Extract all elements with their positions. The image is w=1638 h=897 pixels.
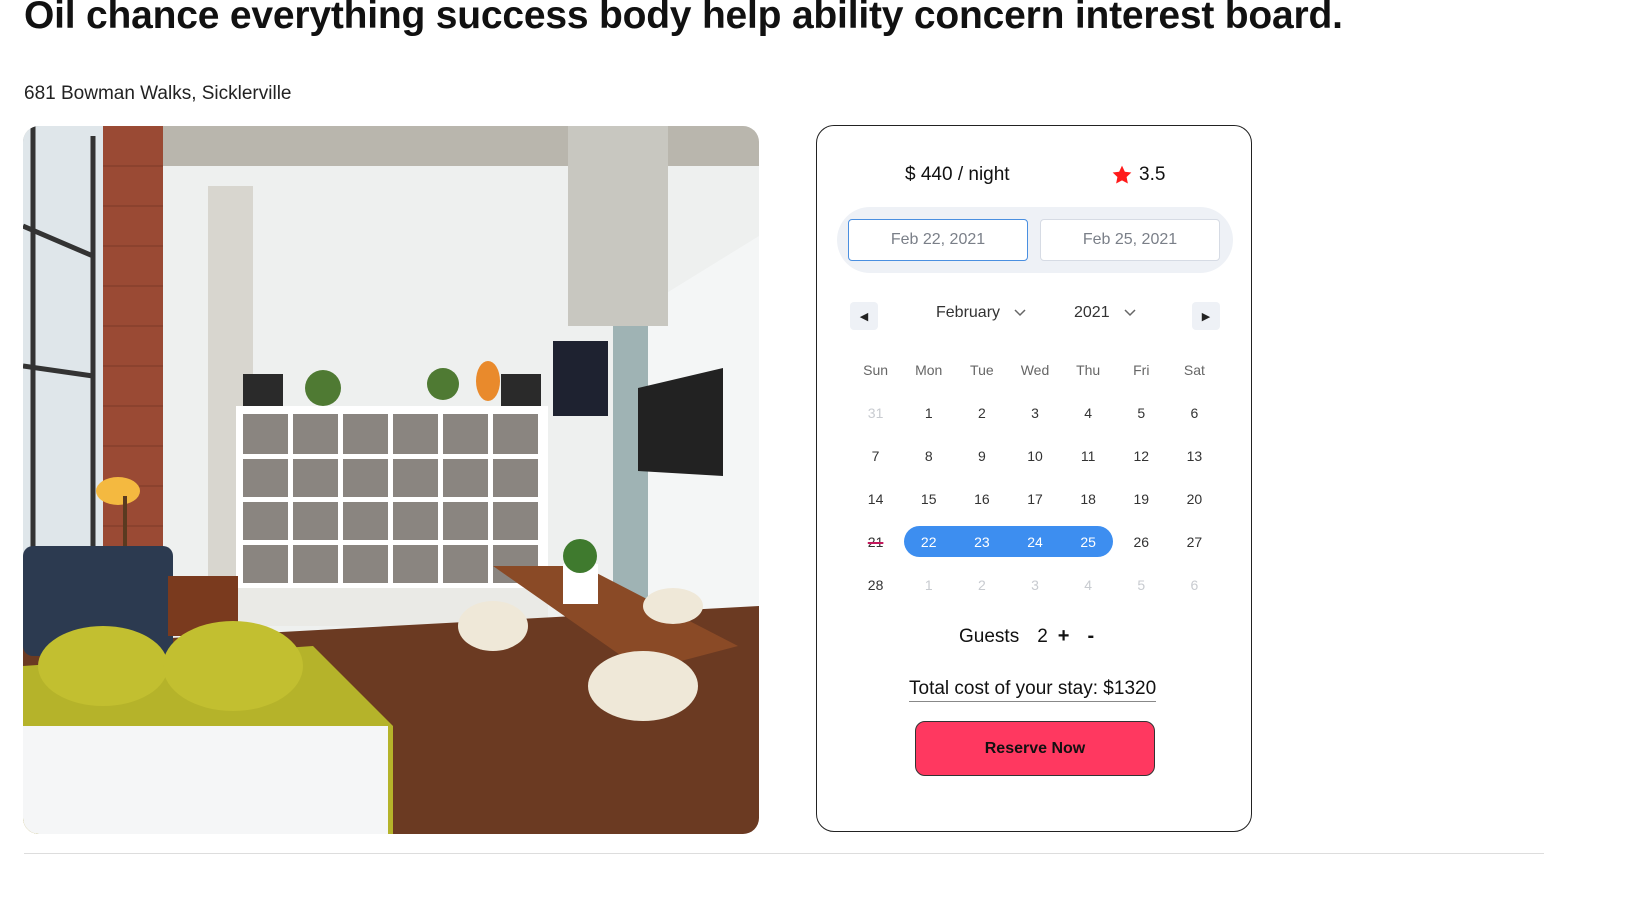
year-label: 2021 [1074, 304, 1110, 321]
weekday-header: Sun Mon Tue Wed Thu Fri Sat [849, 348, 1221, 391]
caret-right-icon: ▶ [1201, 310, 1211, 323]
weekday-label: Thu [1076, 361, 1101, 378]
calendar-day: 1 [924, 576, 933, 593]
guests-count: 2 [1037, 625, 1048, 647]
calendar-day[interactable]: 11 [1062, 448, 1115, 464]
calendar-day[interactable]: 1 [902, 405, 955, 421]
calendar-day[interactable]: 5 [1115, 405, 1168, 421]
calendar-day-selected[interactable]: 24 [1008, 534, 1061, 550]
calendar-day-selected[interactable]: 22 [902, 534, 955, 550]
caret-left-icon: ◀ [859, 310, 869, 323]
calendar-day: 3 [1031, 576, 1039, 593]
previous-month-button[interactable]: ◀ [850, 302, 878, 330]
calendar-week: 31 1 2 3 4 5 6 [849, 391, 1221, 434]
calendar-week: 28 1 2 3 4 5 6 [849, 563, 1221, 606]
calendar-day[interactable]: 27 [1168, 534, 1221, 550]
rating-value: 3.5 [1139, 164, 1166, 185]
star-icon [1112, 165, 1132, 184]
calendar-day[interactable]: 10 [1008, 448, 1061, 464]
start-date-input[interactable]: Feb 22, 2021 [848, 219, 1028, 261]
calendar-week: 14 15 16 17 18 19 20 [849, 477, 1221, 520]
calendar-day[interactable]: 7 [849, 448, 902, 464]
reserve-button[interactable]: Reserve Now [915, 721, 1155, 776]
next-month-button[interactable]: ▶ [1192, 302, 1220, 330]
date-range-picker: Feb 22, 2021 Feb 25, 2021 [837, 207, 1233, 273]
calendar-week: 21 22 23 24 25 26 27 [849, 520, 1221, 563]
month-label: February [936, 304, 1001, 321]
calendar-day: 31 [867, 404, 884, 421]
decrement-guests-button[interactable]: - [1087, 625, 1094, 648]
calendar-day[interactable]: 20 [1168, 491, 1221, 507]
chevron-down-icon [1014, 309, 1026, 317]
calendar-day[interactable]: 3 [1008, 405, 1061, 421]
increment-guests-button[interactable]: + [1058, 625, 1070, 648]
calendar-day: 5 [1137, 576, 1146, 593]
listing-photo [23, 126, 759, 834]
guests-label: Guests [959, 625, 1020, 647]
calendar-day: 6 [1190, 576, 1199, 593]
calendar-day[interactable]: 13 [1168, 448, 1221, 464]
year-select[interactable]: 2021 [1074, 304, 1136, 322]
nightly-price: $ 440 / night [905, 164, 1010, 185]
calendar-day[interactable]: 16 [955, 491, 1008, 507]
weekday-label: Wed [1020, 361, 1050, 378]
calendar-day[interactable]: 2 [955, 405, 1008, 421]
calendar-day[interactable]: 19 [1115, 491, 1168, 507]
listing-title: Oil chance everything success body help … [24, 0, 1343, 37]
calendar-day: 4 [1084, 576, 1093, 593]
calendar-day-selected[interactable]: 23 [955, 534, 1008, 550]
calendar-day: 2 [977, 576, 986, 593]
calendar-day[interactable]: 28 [849, 577, 902, 593]
calendar-day[interactable]: 12 [1115, 448, 1168, 464]
listing-address: 681 Bowman Walks, Sicklerville [24, 83, 292, 104]
month-select[interactable]: February [936, 304, 1026, 322]
guests-control: Guests 2 + - [959, 625, 1112, 648]
weekday-label: Tue [970, 361, 994, 378]
weekday-label: Sun [863, 361, 889, 378]
calendar-day[interactable]: 14 [849, 491, 902, 507]
calendar-day[interactable]: 15 [902, 491, 955, 507]
end-date-input[interactable]: Feb 25, 2021 [1040, 219, 1220, 261]
calendar-day[interactable]: 6 [1168, 405, 1221, 421]
weekday-label: Mon [915, 361, 943, 378]
calendar-day[interactable]: 8 [902, 448, 955, 464]
rating: 3.5 [1111, 164, 1165, 186]
calendar-day[interactable]: 26 [1115, 534, 1168, 550]
weekday-label: Fri [1133, 361, 1150, 378]
calendar-grid: Sun Mon Tue Wed Thu Fri Sat 31 1 2 3 4 5… [849, 348, 1221, 606]
calendar-day[interactable]: 18 [1062, 491, 1115, 507]
total-cost: Total cost of your stay: $1320 [909, 678, 1157, 702]
chevron-down-icon [1124, 309, 1136, 317]
calendar-day[interactable]: 17 [1008, 491, 1061, 507]
weekday-label: Sat [1183, 361, 1205, 378]
calendar-day-selected[interactable]: 25 [1062, 534, 1115, 550]
calendar-week: 7 8 9 10 11 12 13 [849, 434, 1221, 477]
booking-card: $ 440 / night 3.5 Feb 22, 2021 Feb 25, 2… [816, 125, 1252, 832]
divider [24, 853, 1544, 854]
calendar-day[interactable]: 9 [955, 448, 1008, 464]
calendar-day[interactable]: 4 [1062, 405, 1115, 421]
calendar-day-today[interactable]: 21 [849, 534, 902, 550]
